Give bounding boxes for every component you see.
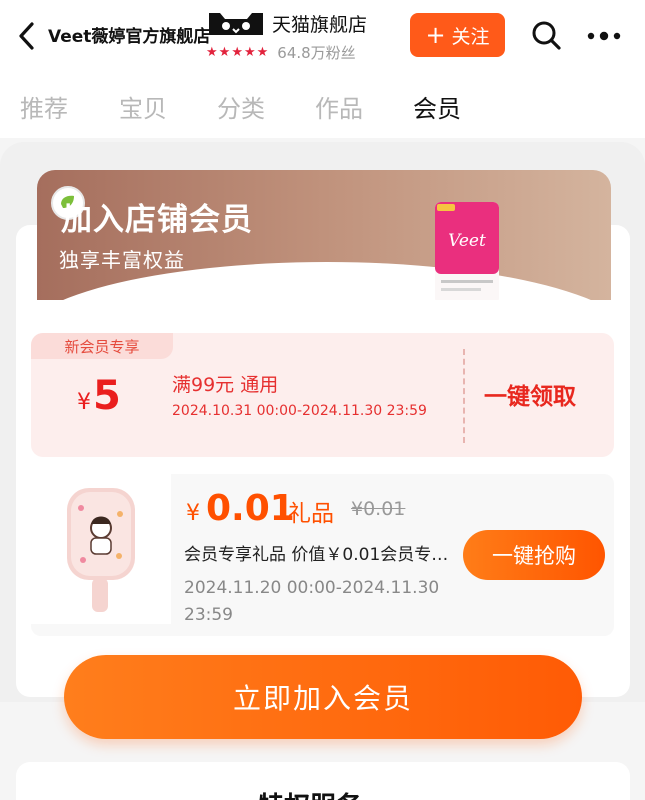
coupon-value: 5 <box>93 373 121 419</box>
back-arrow-icon[interactable] <box>14 18 40 54</box>
gift-product-card[interactable]: ¥0.01 礼品 ¥0.01 会员专享礼品 价值￥0.01会员专享礼品 2024… <box>31 474 614 636</box>
join-membership-button[interactable]: 立即加入会员 <box>64 655 582 739</box>
star-icon: ★ <box>231 44 243 60</box>
product-tube-image: Veet <box>435 202 499 300</box>
svg-text:Veet: Veet <box>448 231 486 251</box>
more-options-icon[interactable] <box>586 29 622 43</box>
privileges-section: 特权服务 <box>16 762 630 800</box>
gift-validity: 2024.11.20 00:00-2024.11.30 23:59 <box>184 578 440 625</box>
banner-subtitle: 独享丰富权益 <box>59 248 185 272</box>
fans-count: 64.8万粉丝 <box>277 43 356 62</box>
gift-price-value: 0.01 <box>206 488 295 529</box>
tab-products[interactable]: 宝贝 <box>119 89 167 124</box>
coupon-validity: 2024.10.31 00:00-2024.11.30 23:59 <box>172 403 427 419</box>
currency-symbol: ¥ <box>186 501 200 526</box>
currency-symbol: ¥ <box>77 390 91 415</box>
search-icon[interactable] <box>530 19 562 51</box>
shop-name[interactable]: Veet薇婷官方旗舰店 <box>48 22 210 47</box>
claim-coupon-button[interactable]: 一键领取 <box>484 377 576 411</box>
follow-label: 关注 <box>451 25 490 48</box>
tab-membership[interactable]: 会员 <box>413 89 461 124</box>
join-membership-banner: 加入店铺会员 独享丰富权益 Veet <box>37 170 611 300</box>
privileges-title: 特权服务 <box>258 786 362 800</box>
coupon-condition: 满99元 通用 <box>172 374 279 396</box>
banner-title: 加入店铺会员 <box>61 202 253 238</box>
tab-works[interactable]: 作品 <box>315 89 363 124</box>
coupon-amount: ¥5 <box>77 373 121 419</box>
gift-label: 礼品 <box>288 501 334 527</box>
new-member-coupon: 新会员专享 ¥5 满99元 通用 2024.10.31 00:00-2024.1… <box>31 333 614 457</box>
tab-recommend[interactable]: 推荐 <box>20 89 68 124</box>
gift-description: 会员专享礼品 价值￥0.01会员专享礼品 <box>184 545 454 565</box>
star-icon: ★ <box>206 44 218 60</box>
buy-gift-button[interactable]: 一键抢购 <box>463 530 605 580</box>
star-icon: ★ <box>218 44 231 60</box>
coupon-tag: 新会员专享 <box>31 333 173 359</box>
tab-categories[interactable]: 分类 <box>217 89 265 124</box>
top-bar: Veet薇婷官方旗舰店 天猫旗舰店 ★ ★ ★ ★ ★ 64.8万粉丝 + 关注 <box>0 0 645 72</box>
store-type-label: 天猫旗舰店 <box>272 14 368 36</box>
plus-icon: + <box>425 21 446 49</box>
shop-rating: ★ ★ ★ ★ ★ 64.8万粉丝 <box>206 43 356 62</box>
tmall-logo-icon <box>209 13 263 35</box>
gift-product-image[interactable] <box>31 474 171 624</box>
coupon-divider <box>463 349 465 443</box>
gift-price: ¥0.01 <box>186 488 295 529</box>
shop-tabs: 推荐 宝贝 分类 作品 会员 <box>0 72 645 138</box>
hand-mirror-image <box>67 488 135 612</box>
follow-button[interactable]: + 关注 <box>410 13 505 57</box>
star-icon: ★ <box>243 44 256 60</box>
star-icon: ★ <box>256 44 269 60</box>
gift-original-price: ¥0.01 <box>351 498 406 520</box>
